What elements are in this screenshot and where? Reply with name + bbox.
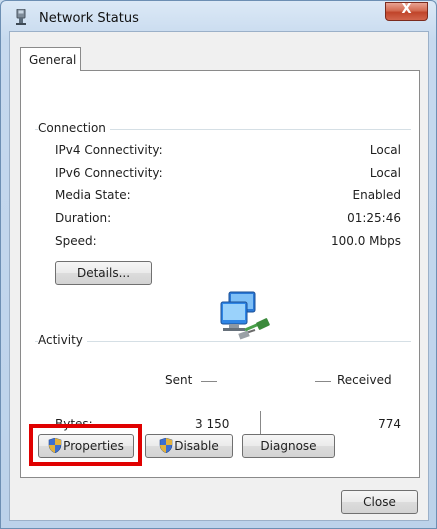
ipv6-label: IPv6 Connectivity: bbox=[55, 166, 163, 180]
title-bar[interactable]: Network Status X bbox=[1, 1, 436, 33]
bytes-sent-value: 3 150 bbox=[195, 417, 230, 431]
duration-value: 01:25:46 bbox=[347, 211, 401, 225]
window-title: Network Status bbox=[39, 11, 139, 26]
disable-button-label: Disable bbox=[174, 439, 219, 453]
diagnose-button[interactable]: Diagnose bbox=[242, 434, 335, 458]
general-tab-panel: Connection IPv4 Connectivity: Local IPv6… bbox=[20, 70, 420, 478]
disable-button[interactable]: Disable bbox=[145, 434, 233, 458]
activity-heading: Activity bbox=[38, 333, 87, 347]
bytes-received-value: 774 bbox=[378, 417, 401, 431]
details-button[interactable]: Details... bbox=[55, 261, 152, 285]
ipv4-value: Local bbox=[369, 143, 401, 157]
ipv4-label: IPv4 Connectivity: bbox=[55, 143, 163, 157]
speed-value: 100.0 Mbps bbox=[330, 234, 401, 248]
speed-label: Speed: bbox=[55, 234, 97, 248]
bytes-divider bbox=[260, 411, 261, 435]
duration-label: Duration: bbox=[55, 211, 112, 225]
tab-general[interactable]: General bbox=[20, 47, 81, 71]
network-adapter-icon bbox=[16, 9, 26, 25]
properties-highlight-box bbox=[29, 424, 142, 466]
close-glyph: X bbox=[401, 2, 412, 17]
media-state-value: Enabled bbox=[352, 188, 402, 202]
sent-dash bbox=[201, 381, 217, 382]
ipv6-value: Local bbox=[369, 166, 401, 180]
received-label: Received bbox=[337, 373, 392, 387]
close-button[interactable]: Close bbox=[341, 490, 418, 514]
sent-label: Sent bbox=[165, 373, 193, 387]
network-computers-icon bbox=[220, 291, 270, 340]
title-close-button[interactable]: X bbox=[385, 2, 428, 21]
tab-general-label: General bbox=[29, 53, 77, 67]
uac-shield-icon bbox=[159, 438, 173, 453]
network-status-window: Network Status X General Connection IPv4… bbox=[0, 0, 437, 529]
media-state-label: Media State: bbox=[55, 188, 131, 202]
connection-heading: Connection bbox=[38, 121, 110, 135]
received-dash bbox=[315, 381, 331, 382]
